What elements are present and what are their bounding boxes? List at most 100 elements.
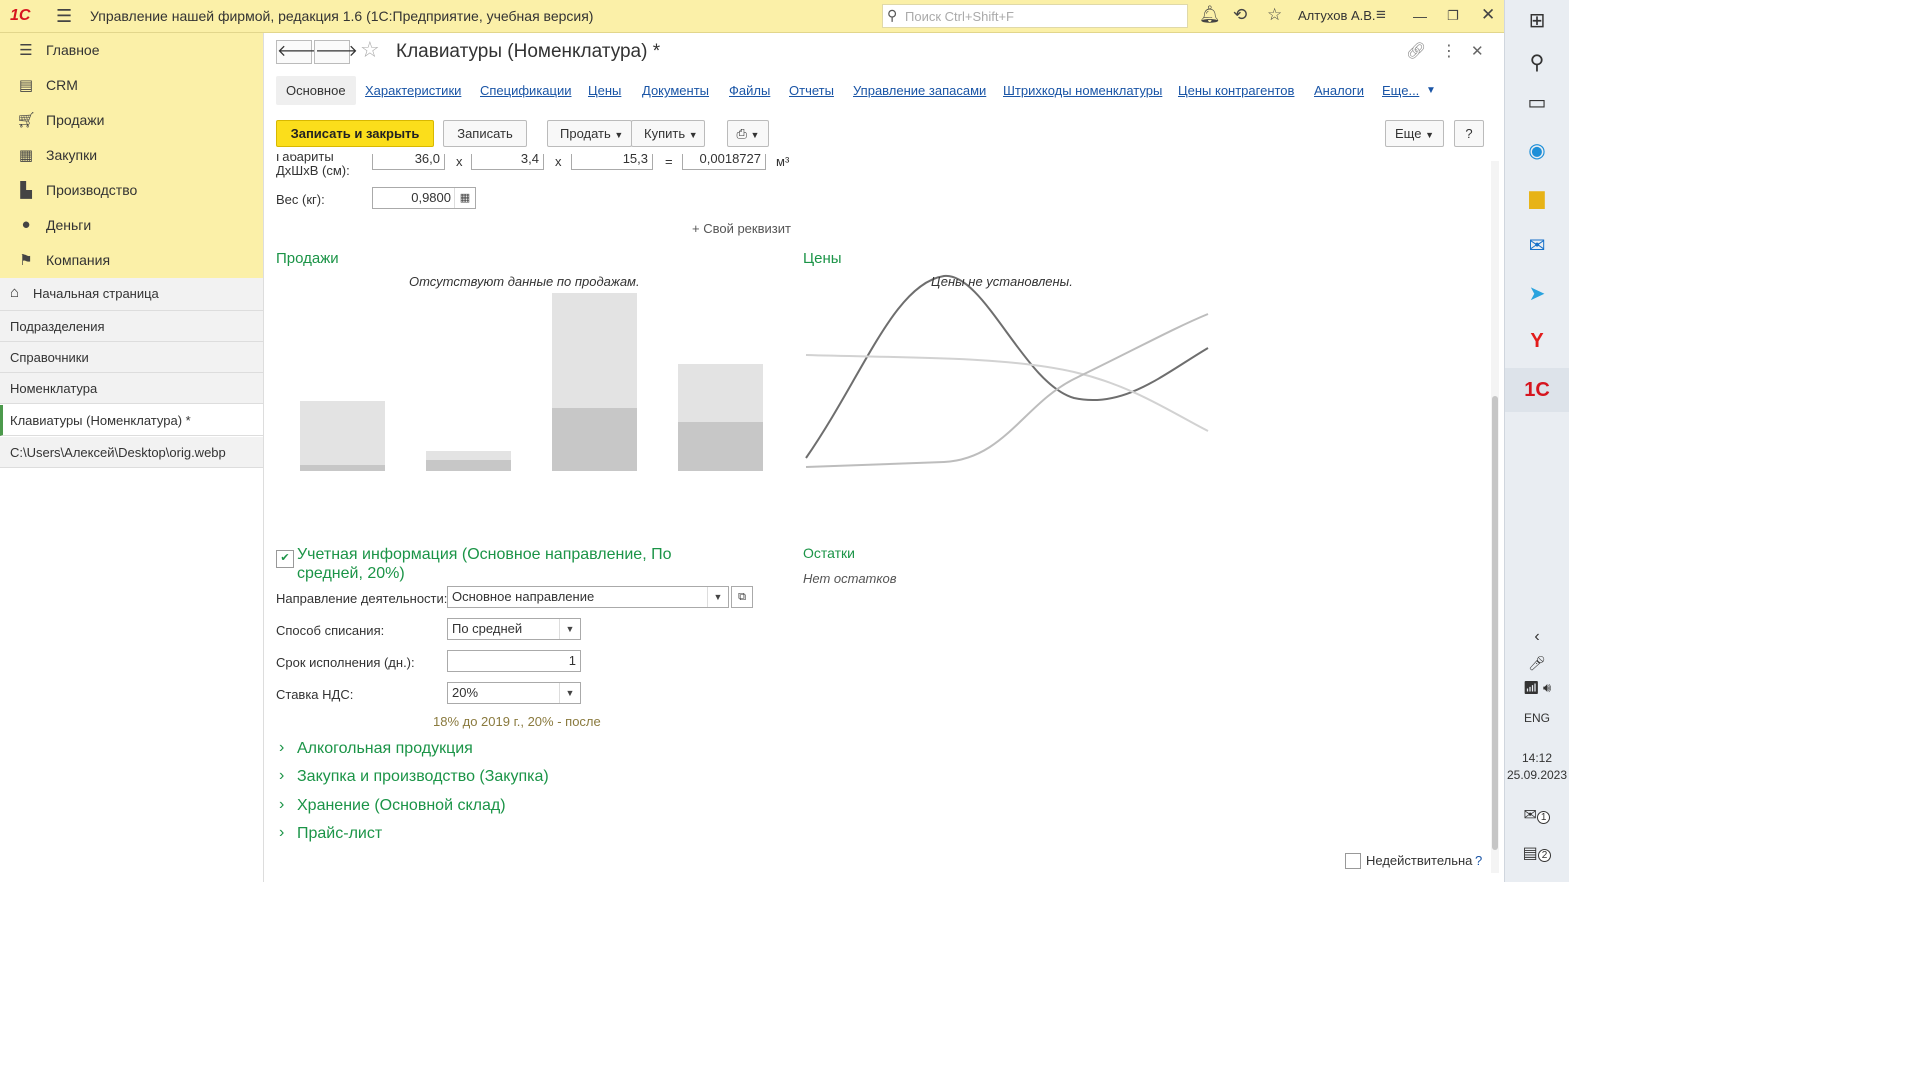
width-field[interactable]: 3,4 bbox=[471, 154, 544, 170]
notification-mail-icon[interactable]: ✉ 1 bbox=[1505, 805, 1569, 825]
sales-title: Продажи bbox=[276, 250, 339, 267]
tab-more-dropdown-icon[interactable]: ▼ bbox=[1426, 85, 1436, 96]
scrollbar-thumb[interactable] bbox=[1492, 396, 1498, 850]
length-field[interactable]: 36,0 bbox=[372, 154, 445, 170]
telegram-icon[interactable]: ➤ bbox=[1505, 281, 1569, 306]
restore-icon[interactable]: ❐ bbox=[1447, 8, 1459, 24]
section-main[interactable]: ☰ Главное bbox=[0, 33, 263, 68]
open-item[interactable]: Подразделения bbox=[0, 311, 263, 342]
action-center-icon[interactable]: ▤ 2 bbox=[1505, 843, 1569, 863]
dropdown-icon: ▼ bbox=[688, 130, 698, 140]
chevron-left-icon[interactable]: ‹ bbox=[1505, 628, 1569, 646]
favorite-star-icon[interactable]: ☆ bbox=[360, 37, 380, 63]
tab-more[interactable]: Еще... bbox=[1382, 83, 1419, 98]
group-pricelist[interactable]: Прайс-лист bbox=[297, 825, 382, 843]
history-icon[interactable]: ⟲ bbox=[1233, 5, 1247, 25]
dropdown-icon[interactable]: ▼ bbox=[559, 683, 580, 703]
sell-button[interactable]: Продать ▼ bbox=[547, 120, 632, 147]
bell-icon[interactable]: 🔔︎ bbox=[1199, 5, 1221, 25]
open-item-home[interactable]: ⌂ Начальная страница bbox=[0, 278, 263, 311]
accounting-collapse-toggle[interactable]: ✔ bbox=[276, 550, 294, 568]
open-item[interactable]: C:\Users\Алексей\Desktop\orig.webp bbox=[0, 437, 263, 468]
open-item[interactable]: Номенклатура bbox=[0, 373, 263, 404]
section-purchases[interactable]: ▦ Закупки bbox=[0, 138, 263, 173]
tab-characteristics[interactable]: Характеристики bbox=[365, 83, 461, 98]
save-close-button[interactable]: Записать и закрыть bbox=[276, 120, 434, 147]
direction-select[interactable]: Основное направление ▼ bbox=[447, 586, 729, 608]
yandex-browser-icon[interactable]: Y bbox=[1505, 330, 1569, 353]
tab-main[interactable]: Основное bbox=[276, 76, 356, 105]
inactive-help[interactable]: ? bbox=[1475, 853, 1482, 868]
help-button[interactable]: ? bbox=[1454, 120, 1484, 147]
section-money[interactable]: ● Деньги bbox=[0, 208, 263, 243]
settings-icon[interactable]: ≡ bbox=[1376, 5, 1386, 25]
section-label: Компания bbox=[46, 252, 111, 268]
network-volume-icon[interactable]: 📶︎ 🔊︎ bbox=[1505, 680, 1569, 696]
tab-specifications[interactable]: Спецификации bbox=[480, 83, 572, 98]
microphone-icon[interactable]: 🎤︎ bbox=[1505, 655, 1569, 672]
clock-time[interactable]: 14:12 bbox=[1505, 751, 1569, 765]
edge-icon[interactable]: ◉ bbox=[1505, 138, 1569, 163]
close-form-icon[interactable]: ✕ bbox=[1471, 42, 1484, 60]
save-button[interactable]: Записать bbox=[443, 120, 527, 147]
print-button[interactable]: ⎙ ▼ bbox=[727, 120, 769, 147]
placeholder-bar-base bbox=[552, 408, 637, 471]
search-icon[interactable]: ⚲ bbox=[1505, 50, 1569, 75]
main-menu-icon[interactable]: ☰ bbox=[56, 6, 72, 27]
user-name[interactable]: Алтухов А.В. bbox=[1298, 8, 1376, 23]
chevron-right-icon[interactable]: › bbox=[279, 767, 284, 785]
inactive-checkbox[interactable] bbox=[1345, 853, 1361, 869]
tab-reports[interactable]: Отчеты bbox=[789, 83, 834, 98]
more-button[interactable]: Еще ▼ bbox=[1385, 120, 1444, 147]
forward-button[interactable]: 🡒 bbox=[314, 40, 358, 64]
task-view-icon[interactable]: ▭ bbox=[1505, 90, 1569, 115]
star-icon[interactable]: ☆ bbox=[1267, 5, 1282, 25]
tab-counterparty-prices[interactable]: Цены контрагентов bbox=[1178, 83, 1294, 98]
section-production[interactable]: ▙ Производство bbox=[0, 173, 263, 208]
open-item-active[interactable]: Клавиатуры (Номенклатура) * bbox=[0, 405, 263, 436]
section-crm[interactable]: ▤ CRM bbox=[0, 68, 263, 103]
close-icon[interactable]: ✕ bbox=[1481, 5, 1495, 25]
add-own-attribute-link[interactable]: + Свой реквизит bbox=[692, 221, 791, 236]
file-explorer-icon[interactable]: ▆ bbox=[1505, 185, 1569, 210]
link-icon[interactable]: 🔗︎ bbox=[1406, 41, 1426, 61]
chevron-right-icon[interactable]: › bbox=[279, 824, 284, 842]
more-vertical-icon[interactable]: ⋮ bbox=[1441, 41, 1457, 61]
group-alcohol[interactable]: Алкогольная продукция bbox=[297, 740, 473, 758]
section-sales[interactable]: 🛒︎ Продажи bbox=[0, 103, 263, 138]
chevron-right-icon[interactable]: › bbox=[279, 796, 284, 814]
windows-start-icon[interactable]: ⊞ bbox=[1505, 8, 1569, 33]
term-field[interactable]: 1 bbox=[447, 650, 581, 672]
tab-barcodes[interactable]: Штрихкоды номенклатуры bbox=[1003, 83, 1162, 98]
height-field[interactable]: 15,3 bbox=[571, 154, 653, 170]
section-company[interactable]: ⚑ Компания bbox=[0, 243, 263, 278]
tab-analogs[interactable]: Аналоги bbox=[1314, 83, 1364, 98]
mail-icon[interactable]: ✉ bbox=[1505, 233, 1569, 258]
language-indicator[interactable]: ENG bbox=[1505, 711, 1569, 725]
1c-app-icon[interactable]: 1С bbox=[1505, 368, 1569, 412]
tab-documents[interactable]: Документы bbox=[642, 83, 709, 98]
accounting-title[interactable]: Учетная информация (Основное направление… bbox=[297, 545, 717, 583]
chevron-right-icon[interactable]: › bbox=[279, 739, 284, 757]
dropdown-icon[interactable]: ▼ bbox=[707, 587, 728, 607]
buy-button[interactable]: Купить ▼ bbox=[631, 120, 705, 147]
tab-files[interactable]: Файлы bbox=[729, 83, 770, 98]
clock-date[interactable]: 25.09.2023 bbox=[1505, 768, 1569, 782]
search-input[interactable]: ⚲ Поиск Ctrl+Shift+F bbox=[882, 4, 1188, 28]
scrollbar-track[interactable] bbox=[1491, 161, 1499, 873]
open-item[interactable]: Справочники bbox=[0, 342, 263, 373]
group-purchase[interactable]: Закупка и производство (Закупка) bbox=[297, 768, 549, 786]
tab-prices[interactable]: Цены bbox=[588, 83, 621, 98]
weight-field[interactable]: 0,9800 ▦ bbox=[372, 187, 476, 209]
tab-stock-management[interactable]: Управление запасами bbox=[853, 83, 986, 98]
minimize-icon[interactable]: — bbox=[1413, 8, 1427, 24]
writeoff-select[interactable]: По средней ▼ bbox=[447, 618, 581, 640]
back-button[interactable]: 🡐 bbox=[276, 40, 320, 64]
eq-sign: = bbox=[665, 154, 673, 169]
vat-select[interactable]: 20% ▼ bbox=[447, 682, 581, 704]
dropdown-icon: ▼ bbox=[614, 130, 624, 140]
group-storage[interactable]: Хранение (Основной склад) bbox=[297, 797, 506, 815]
dropdown-icon[interactable]: ▼ bbox=[559, 619, 580, 639]
calculator-icon[interactable]: ▦ bbox=[454, 188, 475, 208]
open-direction-button[interactable]: ⧉ bbox=[731, 586, 753, 608]
